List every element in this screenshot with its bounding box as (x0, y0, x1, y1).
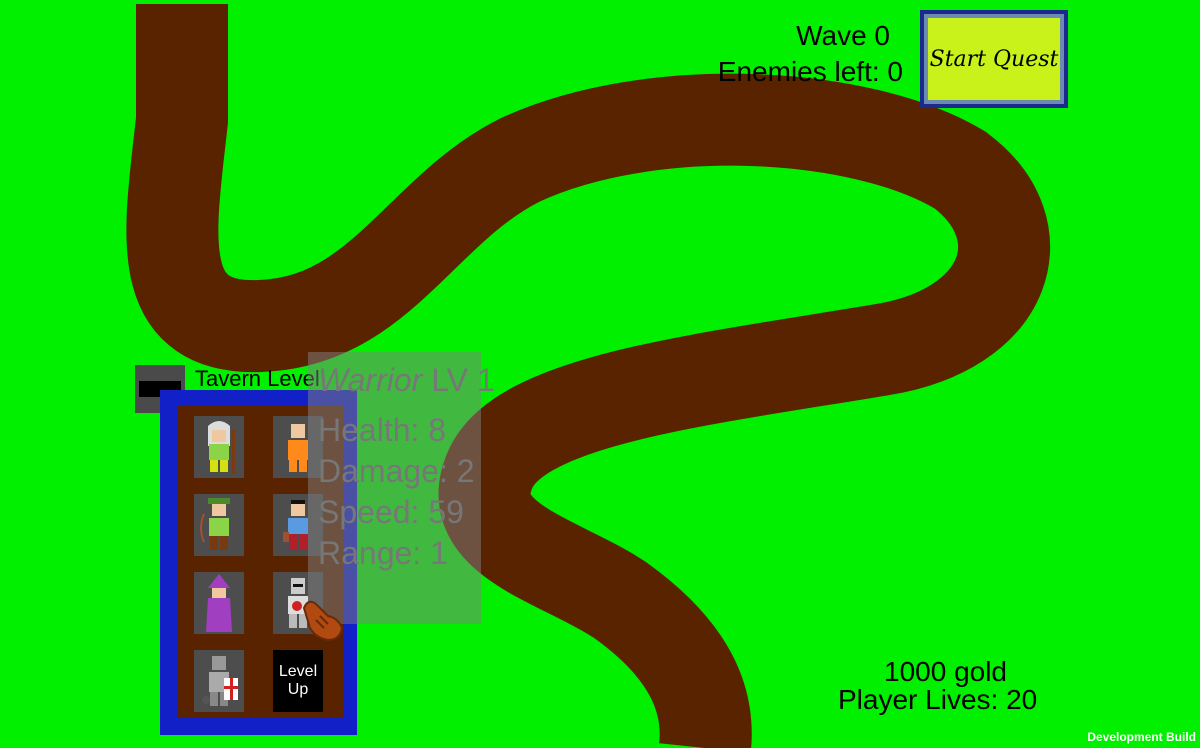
player-lives-counter: Player Lives: 20 (838, 684, 1038, 715)
level-up-label-line2: Up (287, 681, 309, 698)
elder-mage-icon (208, 421, 235, 474)
wave-counter: Wave 0 (796, 20, 890, 51)
hero-class-name: Warrior (318, 362, 423, 398)
gauntlet-cursor-icon (302, 600, 344, 642)
archer-icon (200, 498, 230, 550)
level-up-label-line1: Level (278, 663, 318, 680)
development-build-label: Development Build (1087, 730, 1196, 744)
hero-level: LV 1 (431, 362, 495, 398)
tavern-level-label: Tavern Level (195, 366, 320, 391)
game-stage[interactable]: Wave 0 Enemies left: 0 Start Quest Taver… (0, 0, 1200, 748)
hero-slot-archer[interactable] (194, 494, 244, 556)
enemies-left-counter: Enemies left: 0 (717, 56, 903, 87)
hero-damage: Damage: 2 (318, 453, 475, 489)
wizard-icon (206, 574, 232, 632)
hero-title: Warrior LV 1 (318, 362, 495, 399)
hero-slot-wizard[interactable] (194, 572, 244, 634)
hero-info-panel: Warrior LV 1 Health: 8 Damage: 2 Speed: … (308, 352, 495, 624)
hero-slot-paladin[interactable] (194, 650, 244, 712)
hero-slot-elder-mage[interactable] (194, 416, 244, 478)
hero-health: Health: 8 (318, 412, 447, 448)
hero-speed: Speed: 59 (318, 494, 464, 530)
hero-range: Range: 1 (318, 535, 448, 571)
paladin-icon (202, 656, 238, 706)
start-quest-button[interactable]: Start Quest (920, 10, 1068, 108)
level-up-button[interactable]: Level Up (273, 650, 323, 712)
start-quest-label: Start Quest (929, 46, 1059, 72)
